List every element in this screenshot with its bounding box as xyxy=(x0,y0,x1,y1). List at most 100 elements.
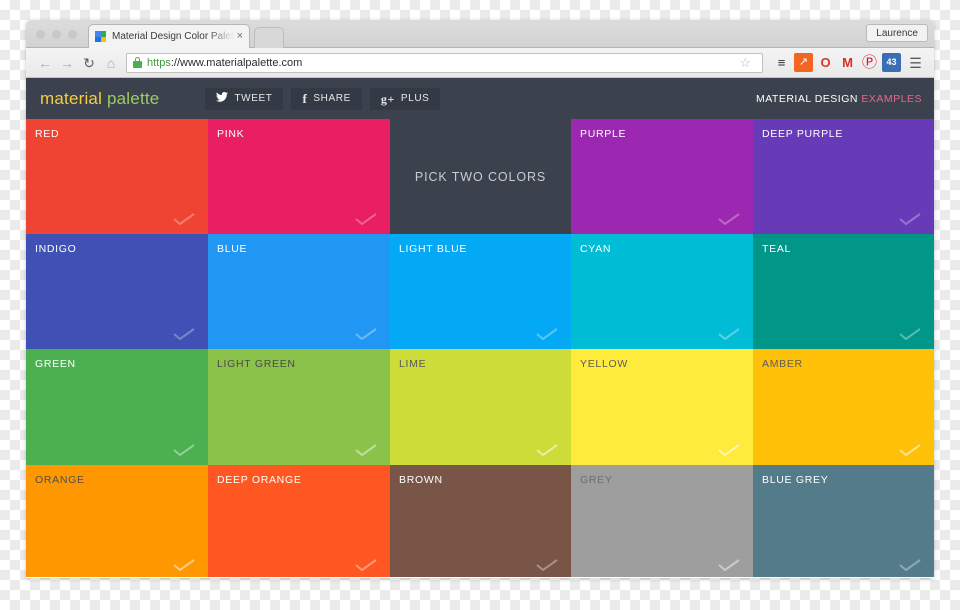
back-button[interactable]: ← xyxy=(34,52,56,74)
color-tile-label: GREY xyxy=(580,473,613,486)
checkmark-icon xyxy=(536,558,558,571)
social-buttons: TWEET f SHARE g+ PLUS xyxy=(205,87,441,110)
color-tile-yellow[interactable]: YELLOW xyxy=(571,349,753,465)
color-tile-pink[interactable]: PINK xyxy=(208,119,390,235)
color-tile-green[interactable]: GREEN xyxy=(26,349,208,465)
site-logo[interactable]: material palette xyxy=(40,89,159,109)
logo-part-material: material xyxy=(40,88,103,108)
color-tile-teal[interactable]: TEAL xyxy=(753,234,934,350)
checkmark-icon xyxy=(536,443,558,456)
color-tile-label: LIGHT GREEN xyxy=(217,358,296,371)
color-tile-brown[interactable]: BROWN xyxy=(390,464,571,577)
site-favicon-icon xyxy=(95,31,106,42)
checkmark-icon xyxy=(718,213,740,226)
profile-button[interactable]: Laurence xyxy=(866,24,928,42)
address-bar[interactable]: https://www.materialpalette.com ☆ xyxy=(126,52,763,73)
opera-extension-icon[interactable]: O xyxy=(816,53,835,72)
nav-material-design-examples[interactable]: MATERIAL DESIGN EXAMPLES xyxy=(756,93,922,105)
maximize-window-button[interactable] xyxy=(68,30,77,39)
color-tile-label: LIME xyxy=(399,358,427,371)
google-plus-icon: g+ xyxy=(380,91,395,106)
color-tile-label: BLUE GREY xyxy=(762,473,829,486)
color-tile-cyan[interactable]: CYAN xyxy=(571,234,753,350)
color-tile-red[interactable]: RED xyxy=(26,119,208,235)
checkmark-icon xyxy=(173,558,195,571)
plus-button[interactable]: g+ PLUS xyxy=(369,87,441,110)
checkmark-icon xyxy=(536,328,558,341)
browser-tab[interactable]: Material Design Color Palette × xyxy=(88,24,250,48)
analytics-extension-icon[interactable]: ↗ xyxy=(794,53,813,72)
site-header: material palette TWEET f SHARE g+ PLUS M… xyxy=(26,78,934,119)
browser-tab-strip: Material Design Color Palette × xyxy=(26,20,934,48)
pick-two-colors-prompt: PICK TWO COLORS xyxy=(390,119,571,235)
url-rest: ://www.materialpalette.com xyxy=(170,56,303,69)
checkmark-icon xyxy=(173,213,195,226)
window-controls[interactable] xyxy=(36,30,77,39)
buffer-extension-icon[interactable]: ≡ xyxy=(772,53,791,72)
browser-toolbar: ← → ↻ ⌂ https://www.materialpalette.com … xyxy=(26,24,934,78)
checkmark-icon xyxy=(899,443,921,456)
checkmark-icon xyxy=(173,443,195,456)
color-tile-label: YELLOW xyxy=(580,358,628,371)
chrome-menu-icon[interactable]: ☰ xyxy=(907,53,926,72)
new-tab-button[interactable] xyxy=(254,27,284,48)
checkmark-icon xyxy=(899,328,921,341)
tweet-button-label: TWEET xyxy=(234,93,273,104)
color-tile-deep-orange[interactable]: DEEP ORANGE xyxy=(208,464,390,577)
color-tile-blue-grey[interactable]: BLUE GREY xyxy=(753,464,934,577)
page-content: material palette TWEET f SHARE g+ PLUS M… xyxy=(26,78,934,577)
bookmark-star-icon[interactable]: ☆ xyxy=(734,55,756,71)
minimize-window-button[interactable] xyxy=(52,30,61,39)
share-button-label: SHARE xyxy=(313,93,351,104)
color-tile-label: GREEN xyxy=(35,358,76,371)
color-tile-label: ORANGE xyxy=(35,473,85,486)
checkmark-icon xyxy=(718,328,740,341)
color-tile-label: LIGHT BLUE xyxy=(399,243,468,256)
color-tile-light-blue[interactable]: LIGHT BLUE xyxy=(390,234,571,350)
color-tile-grey[interactable]: GREY xyxy=(571,464,753,577)
color-palette-grid: RED PINK PICK TWO COLORS PURPLE DEEP PURPLE I… xyxy=(26,119,934,577)
url-scheme: https xyxy=(147,56,171,69)
color-tile-blue[interactable]: BLUE xyxy=(208,234,390,350)
checkmark-icon xyxy=(173,328,195,341)
nav-label-examples: EXAMPLES xyxy=(861,92,922,105)
tweet-button[interactable]: TWEET xyxy=(205,87,284,110)
forward-button[interactable]: → xyxy=(56,52,78,74)
nav-label-material-design: MATERIAL DESIGN xyxy=(755,92,862,105)
color-tile-label: DEEP PURPLE xyxy=(762,128,844,140)
color-tile-deep-purple[interactable]: DEEP PURPLE xyxy=(753,119,934,235)
color-tile-indigo[interactable]: INDIGO xyxy=(26,234,208,350)
reload-button[interactable]: ↻ xyxy=(78,52,100,74)
facebook-icon: f xyxy=(302,91,308,106)
twitter-icon xyxy=(216,91,229,105)
color-tile-lime[interactable]: LIME xyxy=(390,349,571,465)
home-button[interactable]: ⌂ xyxy=(100,52,122,74)
ssl-lock-icon xyxy=(133,57,142,68)
plus-button-label: PLUS xyxy=(400,93,430,104)
share-button[interactable]: f SHARE xyxy=(291,87,362,110)
color-tile-light-green[interactable]: LIGHT GREEN xyxy=(208,349,390,465)
color-tile-purple[interactable]: PURPLE xyxy=(571,119,753,235)
gmail-extension-icon[interactable]: M xyxy=(838,53,857,72)
browser-tab-title: Material Design Color Palette xyxy=(112,31,234,42)
color-tile-label: BROWN xyxy=(399,473,443,486)
color-tile-label: INDIGO xyxy=(35,243,77,256)
checkmark-icon xyxy=(718,443,740,456)
checkmark-icon xyxy=(355,328,377,341)
checkmark-icon xyxy=(899,558,921,571)
color-tile-amber[interactable]: AMBER xyxy=(753,349,934,465)
color-tile-label: RED xyxy=(35,128,60,140)
checkmark-icon xyxy=(355,558,377,571)
close-tab-icon[interactable]: × xyxy=(237,31,243,42)
color-tile-label: DEEP ORANGE xyxy=(217,473,302,486)
logo-part-palette: palette xyxy=(102,88,160,108)
checkmark-icon xyxy=(355,213,377,226)
counter-extension-icon[interactable]: 43 xyxy=(882,53,901,72)
color-tile-label: BLUE xyxy=(217,243,248,256)
pinterest-extension-icon[interactable]: Ⓟ xyxy=(860,53,879,72)
checkmark-icon xyxy=(355,443,377,456)
color-tile-label: CYAN xyxy=(580,243,612,256)
checkmark-icon xyxy=(718,558,740,571)
color-tile-orange[interactable]: ORANGE xyxy=(26,464,208,577)
close-window-button[interactable] xyxy=(36,30,45,39)
